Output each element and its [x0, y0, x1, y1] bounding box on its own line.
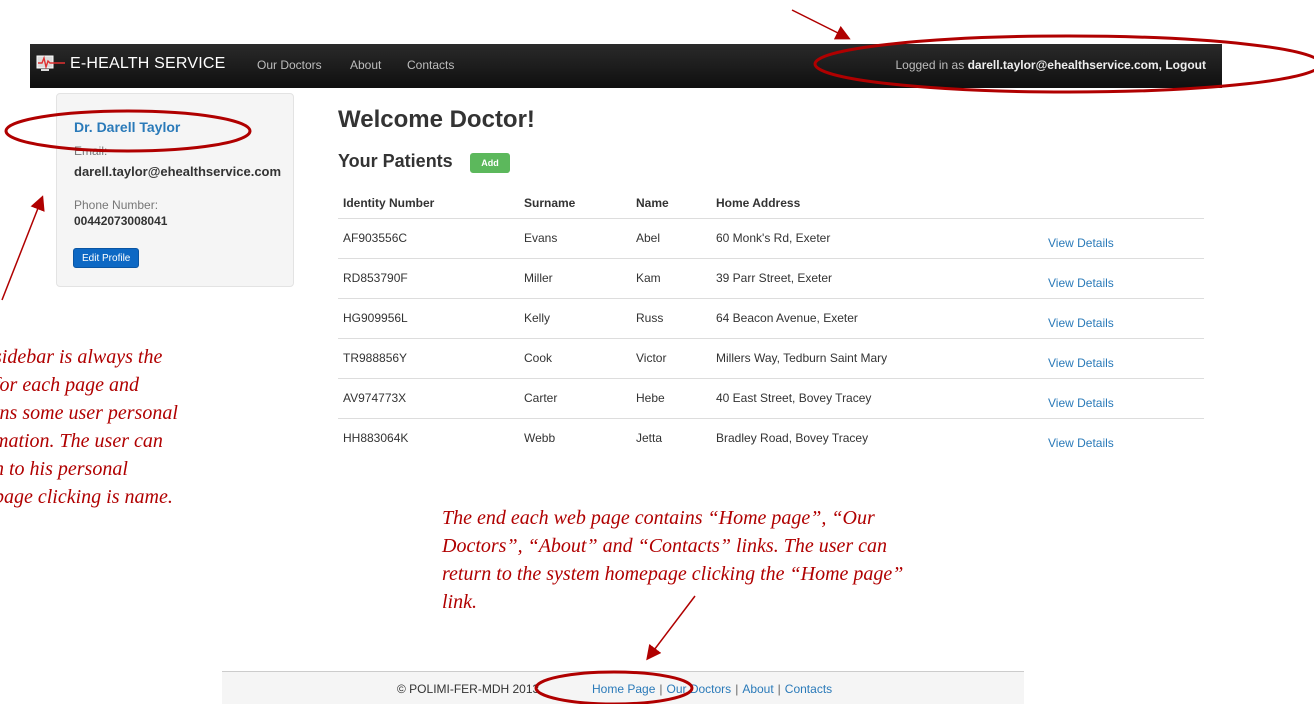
annotation-line: The end each web page contains “Home pag…: [442, 507, 875, 529]
add-patient-button[interactable]: Add: [470, 153, 510, 173]
cell-name: Kam: [631, 257, 711, 298]
cell-surname: Webb: [519, 417, 631, 458]
annotation-line: for each page and: [0, 374, 139, 396]
login-prefix: Logged in as: [895, 58, 965, 72]
cell-address: 40 East Street, Bovey Tracey: [711, 377, 1043, 418]
phone-value: 00442073008041: [74, 214, 168, 228]
annotation-line: link.: [442, 591, 477, 613]
cell-surname: Cook: [519, 337, 631, 378]
view-details-link[interactable]: View Details: [1043, 417, 1204, 458]
cell-surname: Kelly: [519, 297, 631, 338]
cell-identity: RD853790F: [338, 257, 519, 298]
footer-link-contacts[interactable]: Contacts: [785, 682, 832, 696]
cell-name: Jetta: [631, 417, 711, 458]
table-row: AF903556C Evans Abel 60 Monk's Rd, Exete…: [338, 217, 1204, 258]
view-details-link[interactable]: View Details: [1043, 297, 1204, 338]
footer-separator: |: [659, 682, 663, 696]
heartbeat-monitor-icon: [36, 55, 65, 71]
col-identity-number: Identity Number: [338, 188, 519, 219]
table-row: RD853790F Miller Kam 39 Parr Street, Exe…: [338, 257, 1204, 298]
view-details-link[interactable]: View Details: [1043, 217, 1204, 258]
page-footer: © POLIMI-FER-MDH 2013 Home Page | Our Doct…: [222, 671, 1024, 704]
table-row: TR988856Y Cook Victor Millers Way, Tedbu…: [338, 337, 1204, 378]
annotation-line: ins some user personal: [0, 402, 178, 424]
cell-address: 39 Parr Street, Exeter: [711, 257, 1043, 298]
email-value: darell.taylor@ehealthservice.com: [74, 164, 282, 179]
cell-surname: Miller: [519, 257, 631, 298]
nav-our-doctors[interactable]: Our Doctors: [257, 58, 322, 72]
doctor-name-link[interactable]: Dr. Darell Taylor: [74, 119, 180, 135]
footer-link-home[interactable]: Home Page: [592, 682, 655, 696]
cell-identity: AV974773X: [338, 377, 519, 418]
footer-links: Home Page | Our Doctors | About | Contacts: [592, 682, 832, 696]
patients-heading: Your Patients: [338, 151, 453, 171]
login-status: Logged in as darell.taylor@ehealthservic…: [895, 58, 1206, 72]
brand[interactable]: E-HEALTH SERVICE: [36, 54, 226, 74]
nav-about[interactable]: About: [350, 58, 381, 72]
edit-profile-button[interactable]: Edit Profile: [73, 248, 140, 268]
email-label: Email:: [74, 144, 108, 158]
arrow-to-login: [791, 9, 851, 40]
col-name: Name: [631, 188, 711, 219]
annotation-line: mation. The user can: [0, 430, 163, 452]
cell-identity: HG909956L: [338, 297, 519, 338]
view-details-link[interactable]: View Details: [1043, 337, 1204, 378]
cell-identity: AF903556C: [338, 217, 519, 258]
copyright-text: © POLIMI-FER-MDH 2013: [397, 682, 540, 696]
login-user-logout[interactable]: darell.taylor@ehealthservice.com, Logout: [968, 58, 1206, 72]
cell-surname: Evans: [519, 217, 631, 258]
cell-identity: TR988856Y: [338, 337, 519, 378]
table-row: HH883064K Webb Jetta Bradley Road, Bovey…: [338, 417, 1204, 458]
phone-label: Phone Number:: [74, 198, 159, 212]
annotation-line: page clicking is name.: [0, 486, 173, 508]
cell-surname: Carter: [519, 377, 631, 418]
annotation-line: sidebar is always the: [0, 346, 163, 368]
cell-identity: HH883064K: [338, 417, 519, 458]
footer-separator: |: [735, 682, 739, 696]
page-title: Welcome Doctor!: [338, 106, 535, 133]
footer-link-our-doctors[interactable]: Our Doctors: [667, 682, 732, 696]
cell-name: Victor: [631, 337, 711, 378]
col-surname: Surname: [519, 188, 631, 219]
brand-name: E-HEALTH SERVICE: [70, 55, 226, 72]
annotation-line: Doctors”, “About” and “Contacts” links. …: [442, 535, 888, 557]
nav-contacts[interactable]: Contacts: [407, 58, 454, 72]
table-row: HG909956L Kelly Russ 64 Beacon Avenue, E…: [338, 297, 1204, 338]
cell-address: 60 Monk's Rd, Exeter: [711, 217, 1043, 258]
cell-address: Millers Way, Tedburn Saint Mary: [711, 337, 1043, 378]
cell-name: Abel: [631, 217, 711, 258]
col-actions: [1043, 188, 1204, 219]
cell-name: Hebe: [631, 377, 711, 418]
cell-address: 64 Beacon Avenue, Exeter: [711, 297, 1043, 338]
annotation-line: return to the system homepage clicking t…: [442, 563, 904, 585]
patients-table: Identity Number Surname Name Home Addres…: [338, 188, 1204, 458]
table-row: AV974773X Carter Hebe 40 East Street, Bo…: [338, 377, 1204, 418]
annotation-line: n to his personal: [0, 458, 128, 480]
cell-address: Bradley Road, Bovey Tracey: [711, 417, 1043, 458]
col-home-address: Home Address: [711, 188, 1043, 219]
sidebar-annotation: sidebar is always the for each page and …: [0, 343, 262, 511]
cell-name: Russ: [631, 297, 711, 338]
view-details-link[interactable]: View Details: [1043, 257, 1204, 298]
table-header-row: Identity Number Surname Name Home Addres…: [338, 188, 1204, 219]
footer-link-about[interactable]: About: [742, 682, 773, 696]
footer-separator: |: [777, 682, 781, 696]
profile-sidebar: Dr. Darell Taylor Email: darell.taylor@e…: [56, 93, 294, 287]
top-navbar: E-HEALTH SERVICE Our Doctors About Conta…: [30, 44, 1222, 88]
view-details-link[interactable]: View Details: [1043, 377, 1204, 418]
footer-annotation: The end each web page contains “Home pag…: [442, 504, 1088, 616]
